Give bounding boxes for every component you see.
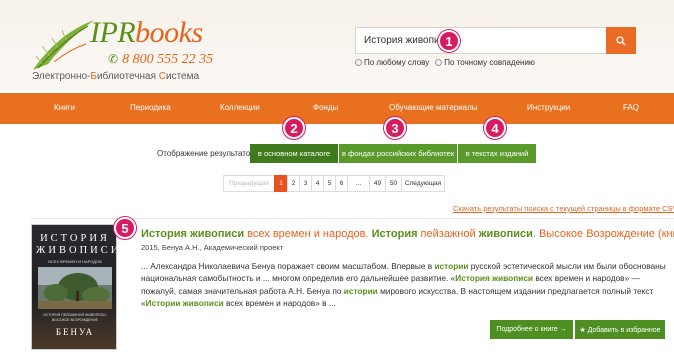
radio-exact-label: По точному совпадению <box>444 58 535 67</box>
display-main-catalog-button[interactable]: в основном каталоге <box>250 144 338 163</box>
nav-item-instructions[interactable]: Инструкции <box>527 103 570 112</box>
title-highlight: История живописи <box>141 228 245 240</box>
result-title-link[interactable]: История живописи всех времен и народов. … <box>141 228 674 240</box>
title-highlight: живописи <box>478 228 533 240</box>
title-text: пейзажной <box>417 228 479 240</box>
nav-item-funds[interactable]: Фонды <box>313 103 338 112</box>
snippet-highlight: истории <box>343 285 378 296</box>
radio-any-icon[interactable] <box>355 59 362 66</box>
snippet-highlight: Истории живописи <box>145 298 224 309</box>
search-button[interactable] <box>606 27 636 54</box>
display-full-text-button[interactable]: в текстах изданий <box>458 144 536 163</box>
snippet-highlight: истории <box>434 261 469 271</box>
result-snippet: ... Александра Николаевича Бенуа поражае… <box>141 260 666 310</box>
display-results-label: Отображение результатов: <box>157 149 257 158</box>
display-russian-libraries-button[interactable]: в фондах российских библиотек <box>339 144 457 163</box>
cover-painting-image <box>38 267 112 309</box>
annotation-marker-1: 1 <box>438 30 460 52</box>
title-text: . Высокое Возрождение (книга) <box>532 228 674 240</box>
tagline-part: иблиотечная <box>96 71 159 82</box>
site-logo[interactable]: IPRbooks ✆ 8 800 555 22 35 Электронно-Биб… <box>28 16 218 86</box>
pagination-next[interactable]: Следующая <box>401 175 445 192</box>
book-cover[interactable]: ИСТОРИЯ ЖИВОПИСИ ВСЕХ ВРЕМЕН И НАРОДОВ ИС… <box>31 224 117 350</box>
phone-number: ✆ 8 800 555 22 35 <box>108 52 213 68</box>
pagination-page[interactable]: 50 <box>385 175 402 192</box>
add-to-favorites-button[interactable]: ★ Добавить в избранное <box>575 320 665 339</box>
radio-any-label: По любому слову <box>364 58 430 67</box>
pagination-page[interactable]: 49 <box>369 175 386 192</box>
logo-ipr: IPR <box>90 16 136 49</box>
cover-subtitle: ВСЕХ ВРЕМЕН И НАРОДОВ <box>48 259 102 264</box>
search-mode-any[interactable]: По любому слову <box>355 58 429 67</box>
cover-title: ИСТОРИЯ ЖИВОПИСИ <box>36 233 117 257</box>
radio-exact-icon[interactable] <box>435 59 443 66</box>
annotation-marker-4: 4 <box>484 117 506 139</box>
logo-books: books <box>135 16 203 49</box>
search-icon <box>616 35 626 45</box>
pagination-page[interactable]: 1 <box>274 175 288 192</box>
snippet-text: всех времен и народов» в ... <box>223 298 336 309</box>
snippet-text: ... Александра Николаевича Бенуа поражае… <box>141 261 435 271</box>
pagination: Предыдущая 1 2 3 4 5 6 ... 49 50 Следующ… <box>223 175 445 192</box>
search-mode-exact[interactable]: По точному совпадению <box>435 58 535 67</box>
annotation-marker-5: 5 <box>114 217 136 239</box>
download-csv-link[interactable]: Скачать результаты поиска с текущей стра… <box>453 204 674 213</box>
nav-item-periodicals[interactable]: Периодика <box>130 103 171 112</box>
tagline-part: истема <box>166 71 200 82</box>
pagination-prev: Предыдущая <box>223 175 275 192</box>
title-highlight: История <box>371 228 418 240</box>
pagination-ellipsis: ... <box>347 175 370 192</box>
search-box <box>355 27 607 54</box>
tagline-part: С <box>158 71 166 82</box>
annotation-marker-2: 2 <box>283 117 305 139</box>
nav-item-books[interactable]: Книги <box>54 103 75 112</box>
title-text: всех времен и народов. <box>244 228 372 240</box>
snippet-highlight: История живописи <box>455 273 534 284</box>
tagline-part: Электронно- <box>32 71 91 82</box>
search-mode-group: По любому слову По точному совпадению <box>355 58 535 67</box>
logo-wordmark: IPRbooks <box>90 16 203 50</box>
nav-item-faq[interactable]: FAQ <box>623 103 639 112</box>
cover-description: ИСТОРИЯ ПЕЙЗАЖНОЙ ЖИВОПИСИ. ВЫСОКОЕ ВОЗР… <box>43 313 107 322</box>
site-header: IPRbooks ✆ 8 800 555 22 35 Электронно-Биб… <box>0 0 674 90</box>
nav-item-collections[interactable]: Коллекции <box>220 103 260 112</box>
result-meta: 2015, Бенуа А.Н., Академический проект <box>141 243 284 252</box>
feather-logo-icon <box>33 20 94 70</box>
nav-item-learning-materials[interactable]: Обучающие материалы <box>389 103 478 112</box>
cover-author: БЕНУА <box>55 327 95 337</box>
phone-text: 8 800 555 22 35 <box>122 52 214 67</box>
book-details-button[interactable]: Подробнее о книге → <box>490 320 573 339</box>
cover-title-line: ИСТОРИЯ <box>40 233 110 244</box>
phone-icon: ✆ <box>108 52 119 66</box>
logo-tagline: Электронно-Библиотечная Система <box>32 71 199 82</box>
main-nav: Книги Периодика Коллекции Фонды Обучающи… <box>0 93 674 124</box>
search-input[interactable] <box>356 28 606 53</box>
annotation-marker-3: 3 <box>384 117 406 139</box>
cover-title-line: ЖИВОПИСИ <box>36 245 117 256</box>
